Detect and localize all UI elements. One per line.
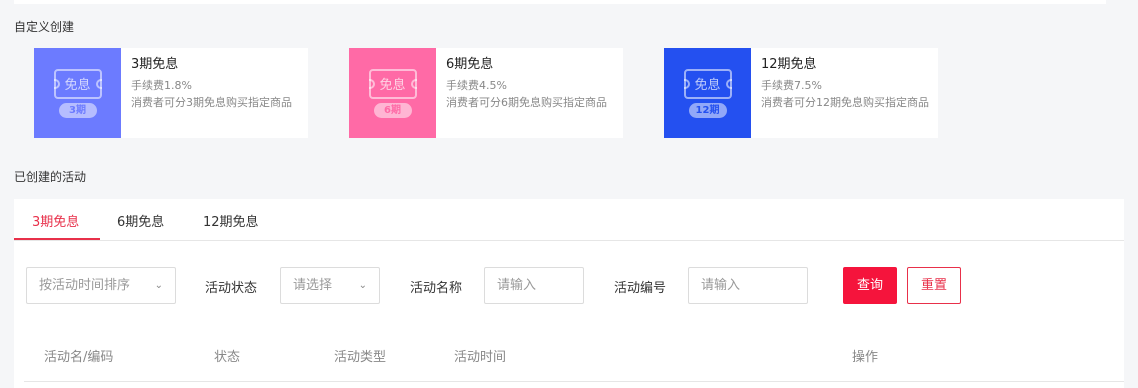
custom-create-title: 自定义创建 xyxy=(14,20,75,34)
card-title: 3期免息 xyxy=(131,57,179,72)
status-label: 活动状态 xyxy=(205,281,258,296)
active-tab-indicator xyxy=(14,238,100,240)
chevron-down-icon: ⌄ xyxy=(154,280,163,291)
tab-bar: 3期免息 6期免息 12期免息 xyxy=(14,199,1124,241)
top-panel-edge xyxy=(14,0,1106,4)
period-pill: 3期 xyxy=(58,102,97,118)
status-select[interactable]: 请选择 ⌄ xyxy=(280,267,380,304)
card-fee: 手续费1.8% xyxy=(131,79,192,92)
col-header-time: 活动时间 xyxy=(454,350,507,365)
tab-12-periods[interactable]: 12期免息 xyxy=(203,211,259,230)
ticket-icon: 免息 xyxy=(368,68,417,99)
name-label: 活动名称 xyxy=(410,281,463,296)
period-pill: 12期 xyxy=(688,102,727,118)
card-title: 12期免息 xyxy=(761,57,817,72)
card-fee: 手续费7.5% xyxy=(761,79,822,92)
card-icon-panel: 免息 12期 xyxy=(664,48,751,138)
chevron-down-icon: ⌄ xyxy=(358,280,367,291)
ticket-icon: 免息 xyxy=(683,68,732,99)
card-icon-panel: 免息 6期 xyxy=(349,48,436,138)
col-header-status: 状态 xyxy=(214,350,241,365)
tab-3-periods[interactable]: 3期免息 xyxy=(32,211,79,230)
plan-card-3[interactable]: 免息 3期 3期免息 手续费1.8% 消费者可分3期免息购买指定商品 xyxy=(34,48,308,138)
tab-6-periods[interactable]: 6期免息 xyxy=(117,211,164,230)
card-icon-panel: 免息 3期 xyxy=(34,48,121,138)
activities-panel: 3期免息 6期免息 12期免息 按活动时间排序 ⌄ 活动状态 请选择 ⌄ 活动名… xyxy=(14,199,1124,388)
reset-button[interactable]: 重置 xyxy=(907,267,961,304)
sort-select[interactable]: 按活动时间排序 ⌄ xyxy=(26,267,176,304)
col-header-actions: 操作 xyxy=(852,350,879,365)
created-activities-title: 已创建的活动 xyxy=(14,170,87,184)
activity-name-input[interactable]: 请输入 xyxy=(484,267,584,304)
plan-card-12[interactable]: 免息 12期 12期免息 手续费7.5% 消费者可分12期免息购买指定商品 xyxy=(664,48,938,138)
query-button[interactable]: 查询 xyxy=(843,267,897,304)
plan-card-6[interactable]: 免息 6期 6期免息 手续费4.5% 消费者可分6期免息购买指定商品 xyxy=(349,48,623,138)
code-label: 活动编号 xyxy=(614,281,667,296)
col-header-name: 活动名/编码 xyxy=(44,350,114,365)
col-header-type: 活动类型 xyxy=(334,350,387,365)
activity-code-input[interactable]: 请输入 xyxy=(688,267,808,304)
card-description: 消费者可分12期免息购买指定商品 xyxy=(761,96,929,109)
period-pill: 6期 xyxy=(373,102,412,118)
card-description: 消费者可分3期免息购买指定商品 xyxy=(131,96,292,109)
card-fee: 手续费4.5% xyxy=(446,79,507,92)
card-description: 消费者可分6期免息购买指定商品 xyxy=(446,96,607,109)
table-header-divider xyxy=(24,381,1124,382)
ticket-icon: 免息 xyxy=(53,68,102,99)
card-title: 6期免息 xyxy=(446,57,494,72)
